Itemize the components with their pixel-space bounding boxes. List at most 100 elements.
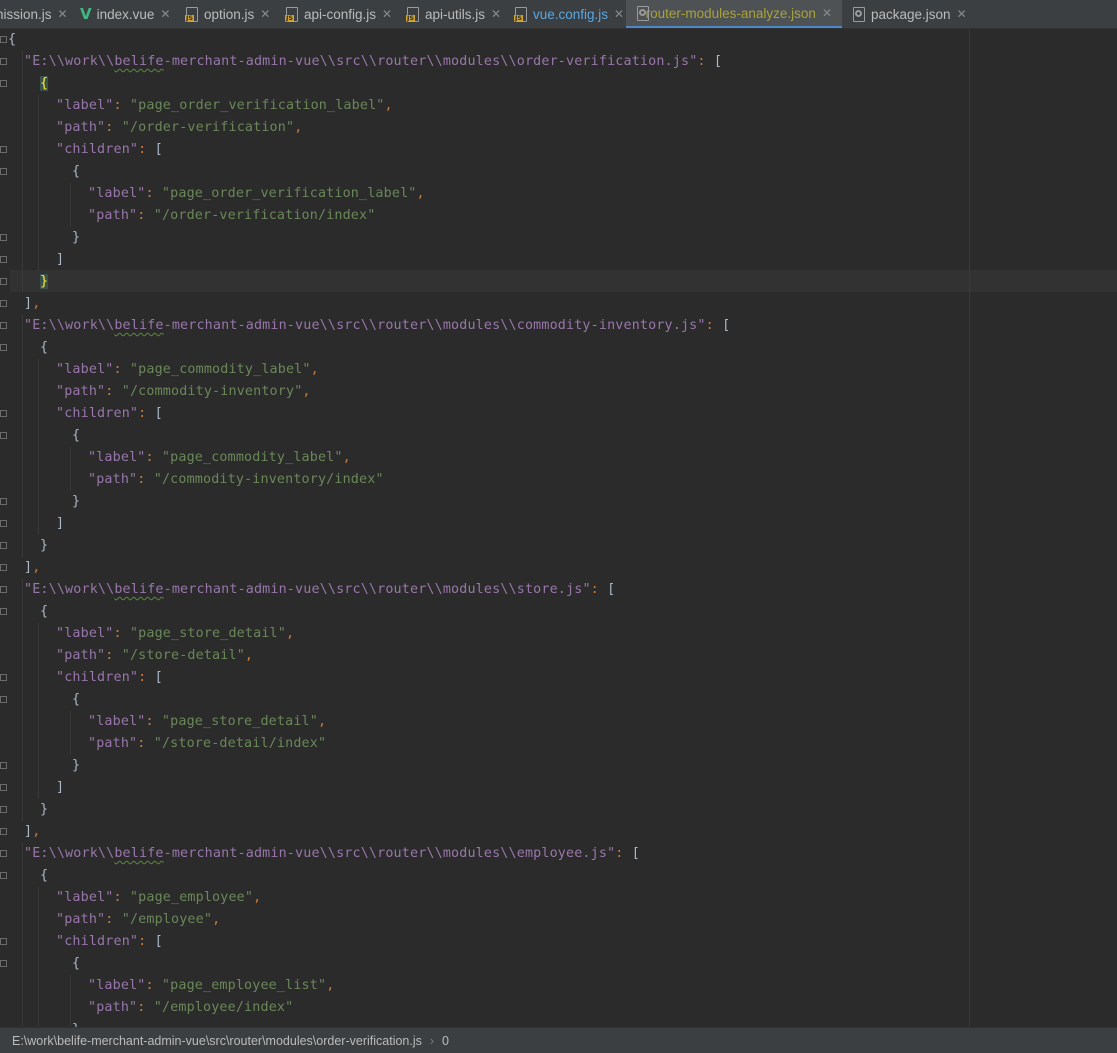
code-line: { xyxy=(40,76,49,91)
tab-permission-js[interactable]: nission.js ✕ xyxy=(0,0,68,28)
close-icon[interactable]: ✕ xyxy=(58,7,68,21)
tab-package-json[interactable]: package.json ✕ xyxy=(852,0,967,28)
code-line: "path": "/store-detail", xyxy=(56,648,254,663)
tab-api-config-js[interactable]: JS api-config.js ✕ xyxy=(285,0,392,28)
code-line: { xyxy=(40,604,49,619)
label-value: page_commodity_label xyxy=(138,362,303,377)
code-line: ] xyxy=(56,516,65,531)
code-line: "label": "page_order_verification_label"… xyxy=(88,186,425,201)
close-icon[interactable]: ✕ xyxy=(260,7,270,21)
code-line: "path": "/commodity-inventory/index" xyxy=(88,472,384,487)
module-key-path: -merchant-admin-vue\\src\\router\\module… xyxy=(163,54,517,69)
tab-option-js[interactable]: JS option.js ✕ xyxy=(185,0,270,28)
fold-marker-icon[interactable] xyxy=(0,168,8,176)
fold-marker-icon[interactable] xyxy=(0,498,8,506)
current-line-highlight xyxy=(0,270,1117,292)
fold-marker-icon[interactable] xyxy=(0,344,8,352)
fold-marker-icon[interactable] xyxy=(0,432,8,440)
fold-marker-icon[interactable] xyxy=(0,542,8,550)
code-line: } xyxy=(72,494,81,509)
indent-guide xyxy=(38,359,39,535)
module-key-prefix: "E:\\work\\ xyxy=(24,846,115,861)
code-line: "E:\\work\\belife-merchant-admin-vue\\sr… xyxy=(24,54,723,69)
code-editor[interactable]: { "E:\\work\\belife-merchant-admin-vue\\… xyxy=(0,29,1117,1027)
fold-marker-icon[interactable] xyxy=(0,146,8,154)
path-value: /order-verification xyxy=(129,120,286,135)
fold-marker-icon[interactable] xyxy=(0,850,8,858)
fold-marker-icon[interactable] xyxy=(0,960,8,968)
js-file-icon: JS xyxy=(406,6,420,22)
js-file-icon: JS xyxy=(285,6,299,22)
code-line: "label": "page_store_detail", xyxy=(56,626,295,641)
fold-marker-icon[interactable] xyxy=(0,36,8,44)
fold-marker-icon[interactable] xyxy=(0,674,8,682)
module-key-prefix: "E:\\work\\ xyxy=(24,54,115,69)
indent-guide xyxy=(70,183,71,227)
fold-marker-icon[interactable] xyxy=(0,322,8,330)
editor-tab-bar: nission.js ✕ V index.vue ✕ JS option.js … xyxy=(0,0,1117,29)
tab-router-modules-analyze-json[interactable]: router-modules-analyze.json ✕ xyxy=(626,0,842,28)
code-line: "label": "page_store_detail", xyxy=(88,714,327,729)
code-line: "path": "/commodity-inventory", xyxy=(56,384,311,399)
code-line: { xyxy=(40,340,49,355)
close-icon[interactable]: ✕ xyxy=(614,7,624,21)
fold-marker-icon[interactable] xyxy=(0,608,8,616)
path-value: /employee xyxy=(129,912,204,927)
fold-marker-icon[interactable] xyxy=(0,80,8,88)
fold-marker-icon[interactable] xyxy=(0,520,8,528)
code-line: "label": "page_employee_list", xyxy=(88,978,335,993)
code-line: { xyxy=(8,32,17,47)
module-key-path: -merchant-admin-vue\\src\\router\\module… xyxy=(163,318,517,333)
code-line: "E:\\work\\belife-merchant-admin-vue\\sr… xyxy=(24,846,640,861)
code-line: } xyxy=(72,758,81,773)
fold-marker-icon[interactable] xyxy=(0,586,8,594)
label-value: page_commodity_label xyxy=(170,450,335,465)
code-line: "label": "page_commodity_label", xyxy=(88,450,351,465)
fold-marker-icon[interactable] xyxy=(0,872,8,880)
code-line: "children": [ xyxy=(56,670,163,685)
close-icon[interactable]: ✕ xyxy=(822,6,832,20)
fold-marker-icon[interactable] xyxy=(0,762,8,770)
module-key-file: commodity-inventory.js xyxy=(516,318,698,333)
breadcrumb-index[interactable]: 0 xyxy=(442,1034,449,1048)
indent-guide xyxy=(38,95,39,271)
fold-marker-icon[interactable] xyxy=(0,256,8,264)
vue-file-icon: V xyxy=(80,5,92,23)
close-icon[interactable]: ✕ xyxy=(957,7,967,21)
fold-marker-icon[interactable] xyxy=(0,696,8,704)
fold-marker-icon[interactable] xyxy=(0,564,8,572)
code-line: "label": "page_order_verification_label"… xyxy=(56,98,393,113)
tab-index-vue[interactable]: V index.vue ✕ xyxy=(80,0,170,28)
path-value: /store-detail/index xyxy=(161,736,318,751)
code-line: ] xyxy=(56,252,65,267)
module-key-path: -merchant-admin-vue\\src\\router\\module… xyxy=(163,582,517,597)
json-file-icon xyxy=(636,5,649,21)
fold-marker-icon[interactable] xyxy=(0,806,8,814)
tab-api-utils-js[interactable]: JS api-utils.js ✕ xyxy=(406,0,501,28)
tab-label: api-config.js xyxy=(304,6,377,22)
fold-marker-icon[interactable] xyxy=(0,58,8,66)
indent-guide xyxy=(22,315,23,557)
fold-marker-icon[interactable] xyxy=(0,410,8,418)
fold-marker-icon[interactable] xyxy=(0,828,8,836)
indent-guide xyxy=(70,975,71,1027)
tab-label: vue.config.js xyxy=(533,6,609,22)
code-line: } xyxy=(72,1019,80,1027)
fold-marker-icon[interactable] xyxy=(0,278,8,286)
close-icon[interactable]: ✕ xyxy=(160,7,170,21)
fold-marker-icon[interactable] xyxy=(0,938,8,946)
code-line: ] xyxy=(56,780,65,795)
code-line: { xyxy=(72,428,81,443)
code-line: "E:\\work\\belife-merchant-admin-vue\\sr… xyxy=(24,582,616,597)
code-line: { xyxy=(72,164,81,179)
fold-marker-icon[interactable] xyxy=(0,784,8,792)
fold-marker-icon[interactable] xyxy=(0,234,8,242)
tab-vue-config-js[interactable]: JS vue.config.js ✕ xyxy=(514,0,624,28)
close-icon[interactable]: ✕ xyxy=(382,7,392,21)
code-line: "children": [ xyxy=(56,406,163,421)
code-line: "path": "/order-verification/index" xyxy=(88,208,376,223)
fold-marker-icon[interactable] xyxy=(0,300,8,308)
close-icon[interactable]: ✕ xyxy=(491,7,501,21)
chevron-right-icon: › xyxy=(429,1033,435,1048)
breadcrumb-path[interactable]: E:\work\belife-merchant-admin-vue\src\ro… xyxy=(12,1034,422,1048)
